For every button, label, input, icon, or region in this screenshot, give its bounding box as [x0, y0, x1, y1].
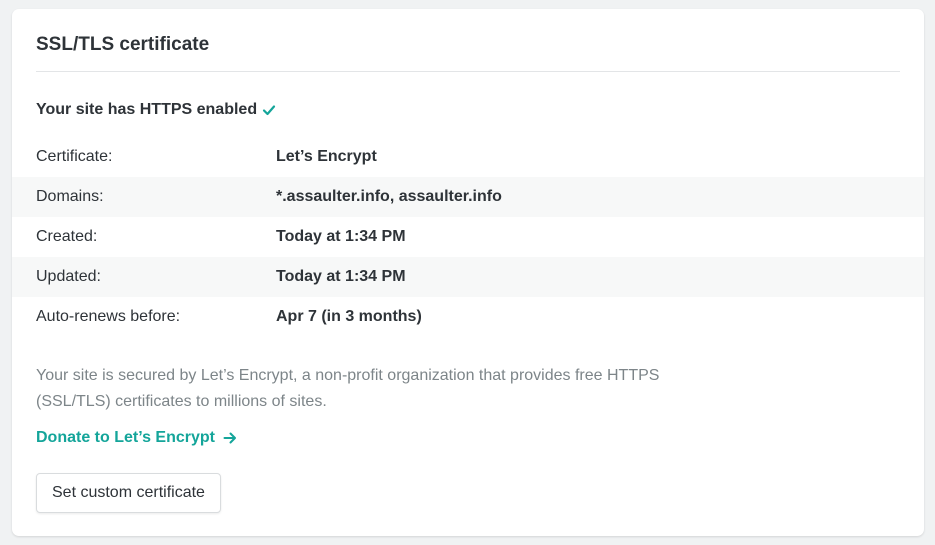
arrow-right-icon: [223, 432, 236, 444]
detail-value: Today at 1:34 PM: [276, 228, 406, 245]
detail-row-updated: Updated: Today at 1:34 PM: [12, 257, 924, 297]
detail-row-domains: Domains: *.assaulter.info, assaulter.inf…: [12, 177, 924, 217]
title-divider: [36, 71, 900, 72]
certificate-details: Certificate: Let’s Encrypt Domains: *.as…: [12, 137, 924, 337]
detail-label: Certificate:: [36, 148, 113, 165]
check-icon: [262, 105, 276, 116]
https-status: Your site has HTTPS enabled: [36, 99, 276, 121]
card-title: SSL/TLS certificate: [36, 34, 210, 55]
ssl-certificate-card: SSL/TLS certificate Your site has HTTPS …: [12, 9, 924, 536]
https-status-text: Your site has HTTPS enabled: [36, 101, 258, 118]
detail-value: Today at 1:34 PM: [276, 268, 406, 285]
set-custom-certificate-button[interactable]: Set custom certificate: [36, 473, 221, 513]
description-text: Your site is secured by Let’s Encrypt, a…: [36, 367, 660, 410]
detail-value: Apr 7 (in 3 months): [276, 308, 422, 325]
detail-value: *.assaulter.info, assaulter.info: [276, 188, 502, 205]
detail-label: Domains:: [36, 188, 104, 205]
detail-row-auto-renews: Auto-renews before: Apr 7 (in 3 months): [12, 297, 924, 337]
detail-value: Let’s Encrypt: [276, 148, 377, 165]
detail-row-certificate: Certificate: Let’s Encrypt: [12, 137, 924, 177]
detail-label: Auto-renews before:: [36, 308, 181, 325]
donate-link-label: Donate to Let’s Encrypt: [36, 429, 215, 446]
detail-label: Created:: [36, 228, 98, 245]
detail-label: Updated:: [36, 268, 101, 285]
detail-row-created: Created: Today at 1:34 PM: [12, 217, 924, 257]
donate-link[interactable]: Donate to Let’s Encrypt: [36, 427, 237, 449]
